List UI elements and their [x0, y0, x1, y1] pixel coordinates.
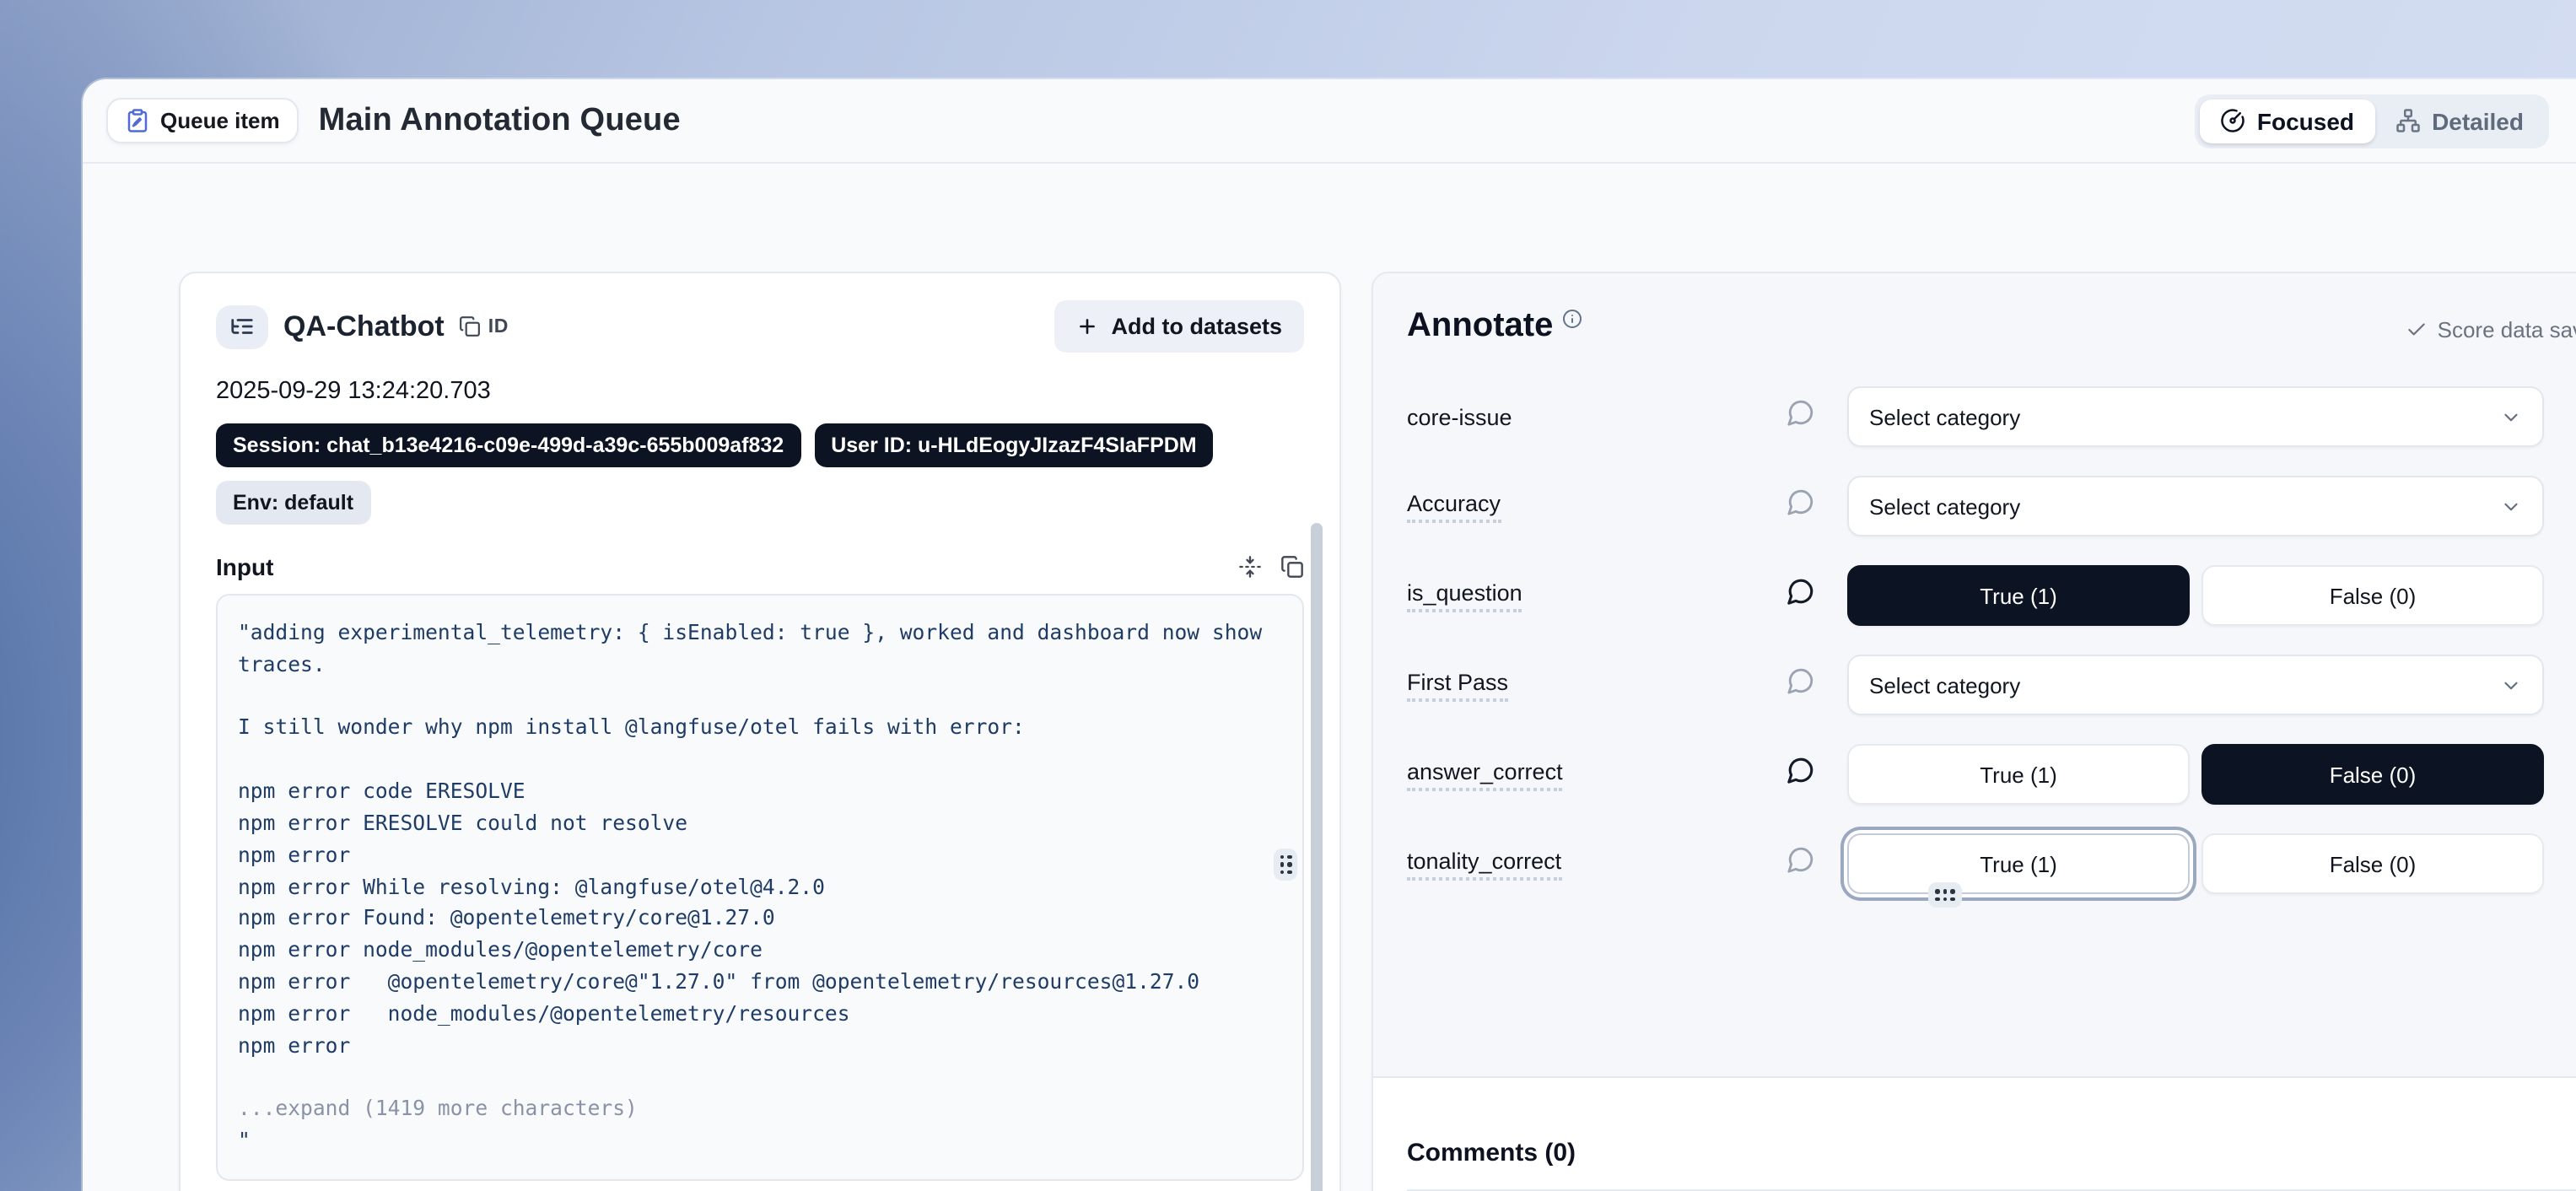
annotate-header: Annotate Score data saved — [1407, 307, 2576, 346]
session-badge[interactable]: Session: chat_b13e4216-c09e-499d-a39c-65… — [216, 423, 800, 467]
copy-icon[interactable] — [1280, 555, 1304, 579]
trace-card-scrollbar[interactable] — [1311, 523, 1323, 1191]
category-select-value: Select category — [1869, 493, 2020, 519]
plus-icon — [1075, 315, 1097, 337]
pane-resize-handle-horizontal[interactable] — [1928, 882, 1962, 908]
queue-item-badge-label: Queue item — [160, 108, 280, 133]
score-row-tonality-correct: tonality_correct True (1) False (0) ✕ — [1407, 830, 2576, 897]
annotate-card: Annotate Score data saved core-issue — [1372, 272, 2576, 1191]
comment-bubble-icon[interactable] — [1786, 845, 1815, 882]
view-toggle-detailed[interactable]: Detailed — [2374, 99, 2544, 143]
score-row-answer-correct: answer_correct True (1) False (0) ✕ — [1407, 741, 2576, 808]
trace-title: QA-Chatbot — [283, 310, 445, 343]
true-button[interactable]: True (1) — [1847, 565, 2190, 626]
clipboard-pen-icon — [125, 108, 150, 133]
view-toggle-focused[interactable]: Focused — [2200, 99, 2374, 143]
queue-item-badge: Queue item — [106, 98, 299, 143]
comment-bubble-icon[interactable] — [1786, 756, 1815, 793]
bool-control: True (1) False (0) — [1847, 565, 2544, 626]
view-toggle-detailed-label: Detailed — [2432, 107, 2524, 134]
gauge-icon — [2220, 108, 2245, 133]
false-button[interactable]: False (0) — [2201, 833, 2544, 894]
comments-pane: Comments (0) — [1373, 1078, 2576, 1191]
check-icon — [2406, 319, 2428, 341]
score-label: core-issue — [1407, 404, 1512, 429]
true-button[interactable]: True (1) — [1847, 833, 2190, 894]
input-section-header: Input — [216, 553, 1304, 580]
panel-resize-handle-vertical[interactable] — [1274, 849, 1297, 881]
comment-bubble-icon[interactable] — [1786, 577, 1815, 614]
input-section-title: Input — [216, 553, 273, 580]
score-label: First Pass — [1407, 669, 1508, 701]
page-background: Queue item Main Annotation Queue Focused… — [0, 0, 2576, 1191]
chevron-down-icon — [2500, 406, 2522, 428]
badge-row: Session: chat_b13e4216-c09e-499d-a39c-65… — [216, 423, 1304, 467]
category-select-value: Select category — [1869, 672, 2020, 698]
bool-control: True (1) False (0) — [1847, 744, 2544, 805]
true-button[interactable]: True (1) — [1847, 744, 2190, 805]
add-to-datasets-label: Add to datasets — [1111, 314, 1282, 339]
view-toggle-focused-label: Focused — [2257, 107, 2354, 134]
trace-timestamp: 2025-09-29 13:24:20.703 — [216, 378, 1304, 405]
trace-card: QA-Chatbot ID Add to datasets 2025-09-29… — [179, 272, 1341, 1191]
page-title: Main Annotation Queue — [319, 102, 681, 139]
annotate-title: Annotate — [1407, 307, 1553, 346]
info-icon — [1561, 307, 1582, 337]
app-header: Queue item Main Annotation Queue Focused… — [83, 79, 2576, 164]
main-panel: Queue item Main Annotation Queue Focused… — [83, 79, 2576, 1191]
env-badge: Env: default — [216, 481, 370, 525]
trace-tree-icon — [216, 304, 268, 348]
input-code-text: "adding experimental_telemetry: { isEnab… — [238, 617, 1282, 1062]
trace-header: QA-Chatbot ID Add to datasets — [216, 300, 1304, 353]
score-label: is_question — [1407, 579, 1522, 612]
input-code-block: "adding experimental_telemetry: { isEnab… — [216, 594, 1304, 1181]
annotate-pane: Annotate Score data saved core-issue — [1373, 273, 2576, 1078]
chevron-down-icon — [2500, 495, 2522, 517]
category-select[interactable]: Select category — [1847, 655, 2544, 715]
expand-link[interactable]: ...expand (1419 more characters) — [238, 1094, 1282, 1126]
category-select[interactable]: Select category — [1847, 386, 2544, 447]
score-row-is-question: is_question True (1) False (0) ✕ — [1407, 562, 2576, 629]
category-select[interactable]: Select category — [1847, 476, 2544, 536]
score-row-accuracy: Accuracy Select category ✕ — [1407, 472, 2576, 540]
comment-bubble-icon[interactable] — [1786, 488, 1815, 525]
score-label: tonality_correct — [1407, 848, 1561, 880]
comment-bubble-icon[interactable] — [1786, 666, 1815, 703]
fold-icon[interactable] — [1238, 555, 1262, 579]
score-saved-status: Score data saved — [2406, 317, 2576, 342]
score-rows: core-issue Select category ✕ Accuracy Se… — [1407, 383, 2576, 897]
hierarchy-icon — [2395, 108, 2420, 133]
score-row-first-pass: First Pass Select category ✕ — [1407, 651, 2576, 719]
user-id-badge[interactable]: User ID: u-HLdEogyJIzazF4SIaFPDM — [814, 423, 1213, 467]
trace-id-label: ID — [488, 316, 509, 337]
input-closing-quote: " — [238, 1125, 1282, 1157]
trace-id-chip[interactable]: ID — [460, 315, 509, 337]
comment-bubble-icon[interactable] — [1786, 398, 1815, 435]
score-label: answer_correct — [1407, 758, 1563, 790]
view-toggle: Focused Detailed — [2195, 94, 2549, 148]
comments-title: Comments (0) — [1407, 1139, 2576, 1167]
category-select-value: Select category — [1869, 404, 2020, 429]
score-saved-label: Score data saved — [2438, 317, 2576, 342]
false-button[interactable]: False (0) — [2201, 565, 2544, 626]
score-label: Accuracy — [1407, 490, 1501, 522]
score-row-core-issue: core-issue Select category ✕ — [1407, 383, 2576, 450]
badge-row-2: Env: default — [216, 481, 1304, 525]
copy-icon — [460, 315, 482, 337]
false-button[interactable]: False (0) — [2201, 744, 2544, 805]
add-to-datasets-button[interactable]: Add to datasets — [1054, 300, 1304, 353]
chevron-down-icon — [2500, 674, 2522, 696]
